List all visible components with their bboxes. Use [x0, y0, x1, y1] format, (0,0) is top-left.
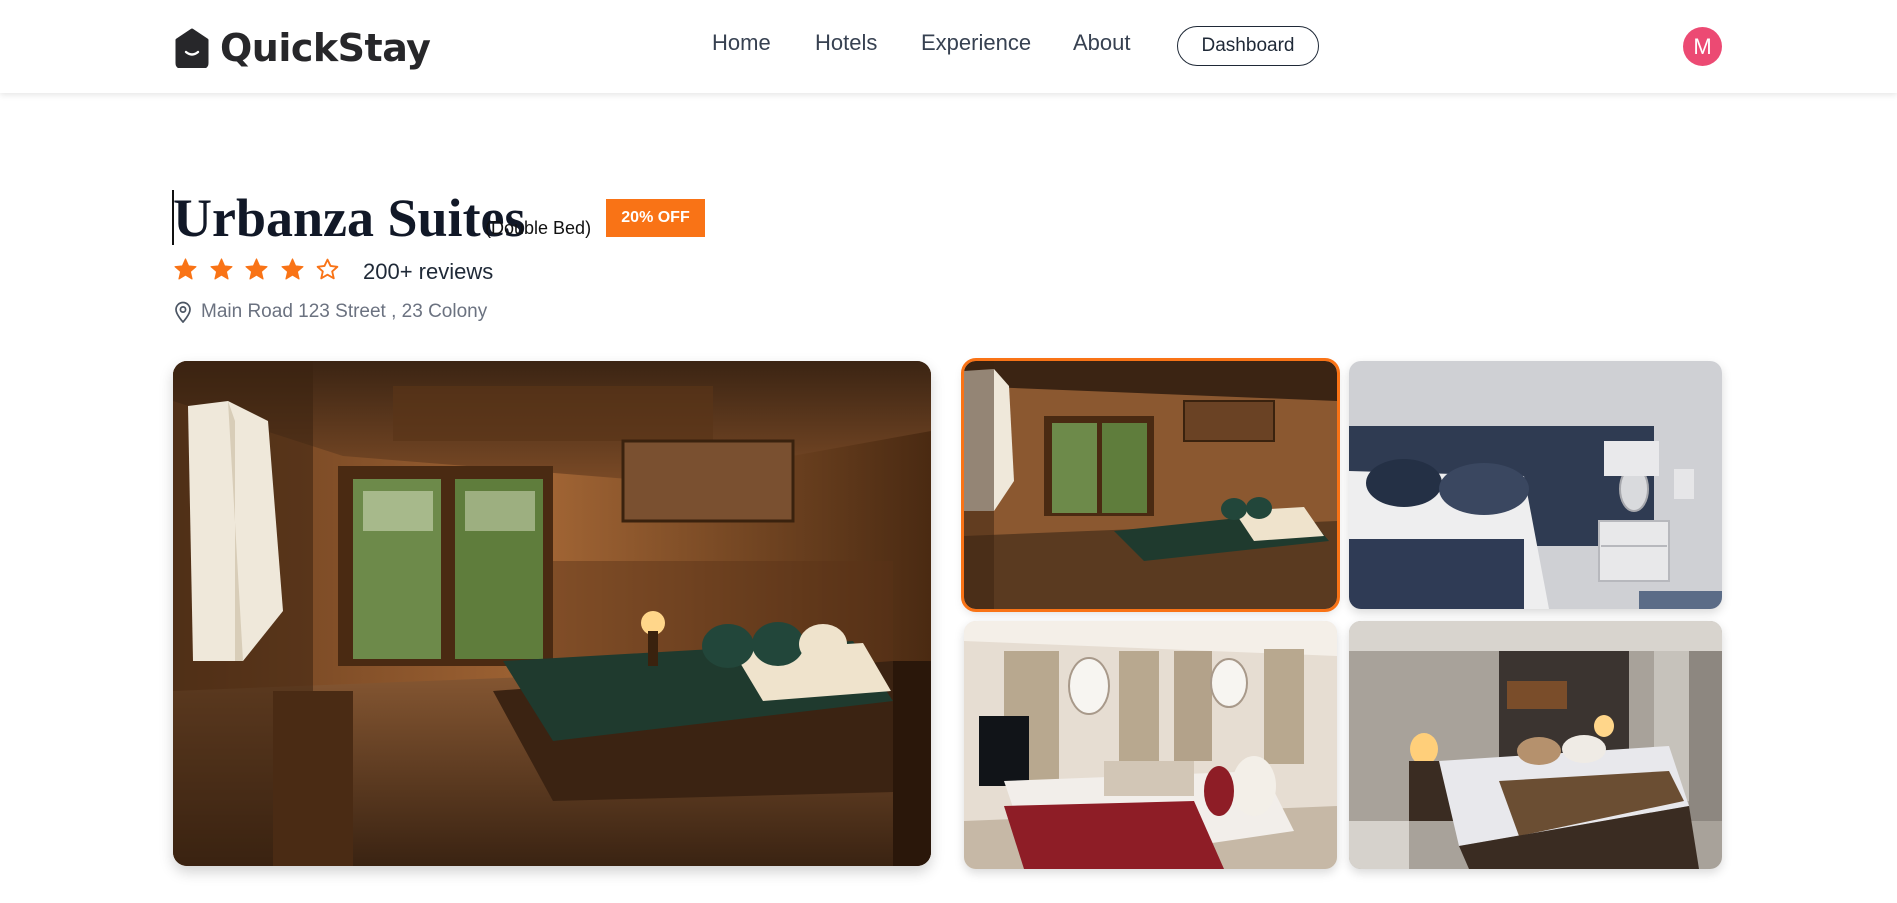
nav-link-home[interactable]: Home — [712, 30, 771, 56]
logo[interactable]: QuickStay — [173, 25, 431, 71]
brand-name: QuickStay — [220, 26, 431, 70]
house-smile-icon — [175, 28, 209, 68]
gallery-thumbnail-3[interactable] — [964, 621, 1337, 869]
review-count: 200+ reviews — [363, 259, 494, 284]
gallery-thumbnail-2[interactable] — [1349, 361, 1722, 609]
avatar[interactable]: M — [1683, 27, 1722, 66]
dashboard-button[interactable]: Dashboard — [1177, 26, 1319, 66]
star-filled-icon — [245, 258, 268, 280]
star-outline-icon — [316, 258, 339, 280]
star-filled-icon — [174, 258, 197, 280]
location: Main Road 123 Street , 23 Colony — [173, 301, 487, 323]
map-pin-icon — [175, 301, 191, 323]
rating-stars — [173, 257, 351, 282]
offer-badge: 20% OFF — [606, 199, 705, 237]
navbar: QuickStay Home Hotels Experience About D… — [0, 0, 1897, 93]
nav-link-about[interactable]: About — [1073, 30, 1131, 56]
hotel-name: Urbanza Suites — [173, 188, 526, 248]
gallery-thumbnail-4[interactable] — [1349, 621, 1722, 869]
main-room-photo — [173, 361, 931, 866]
hotel-address: Main Road 123 Street , 23 Colony — [201, 301, 488, 322]
nav-link-experience[interactable]: Experience — [921, 30, 1031, 56]
star-filled-icon — [209, 258, 233, 280]
star-filled-icon — [280, 258, 304, 280]
nav-link-hotels[interactable]: Hotels — [815, 30, 877, 56]
gallery-thumbnail-1[interactable] — [961, 358, 1340, 612]
room-type: (Double Bed) — [485, 218, 592, 238]
